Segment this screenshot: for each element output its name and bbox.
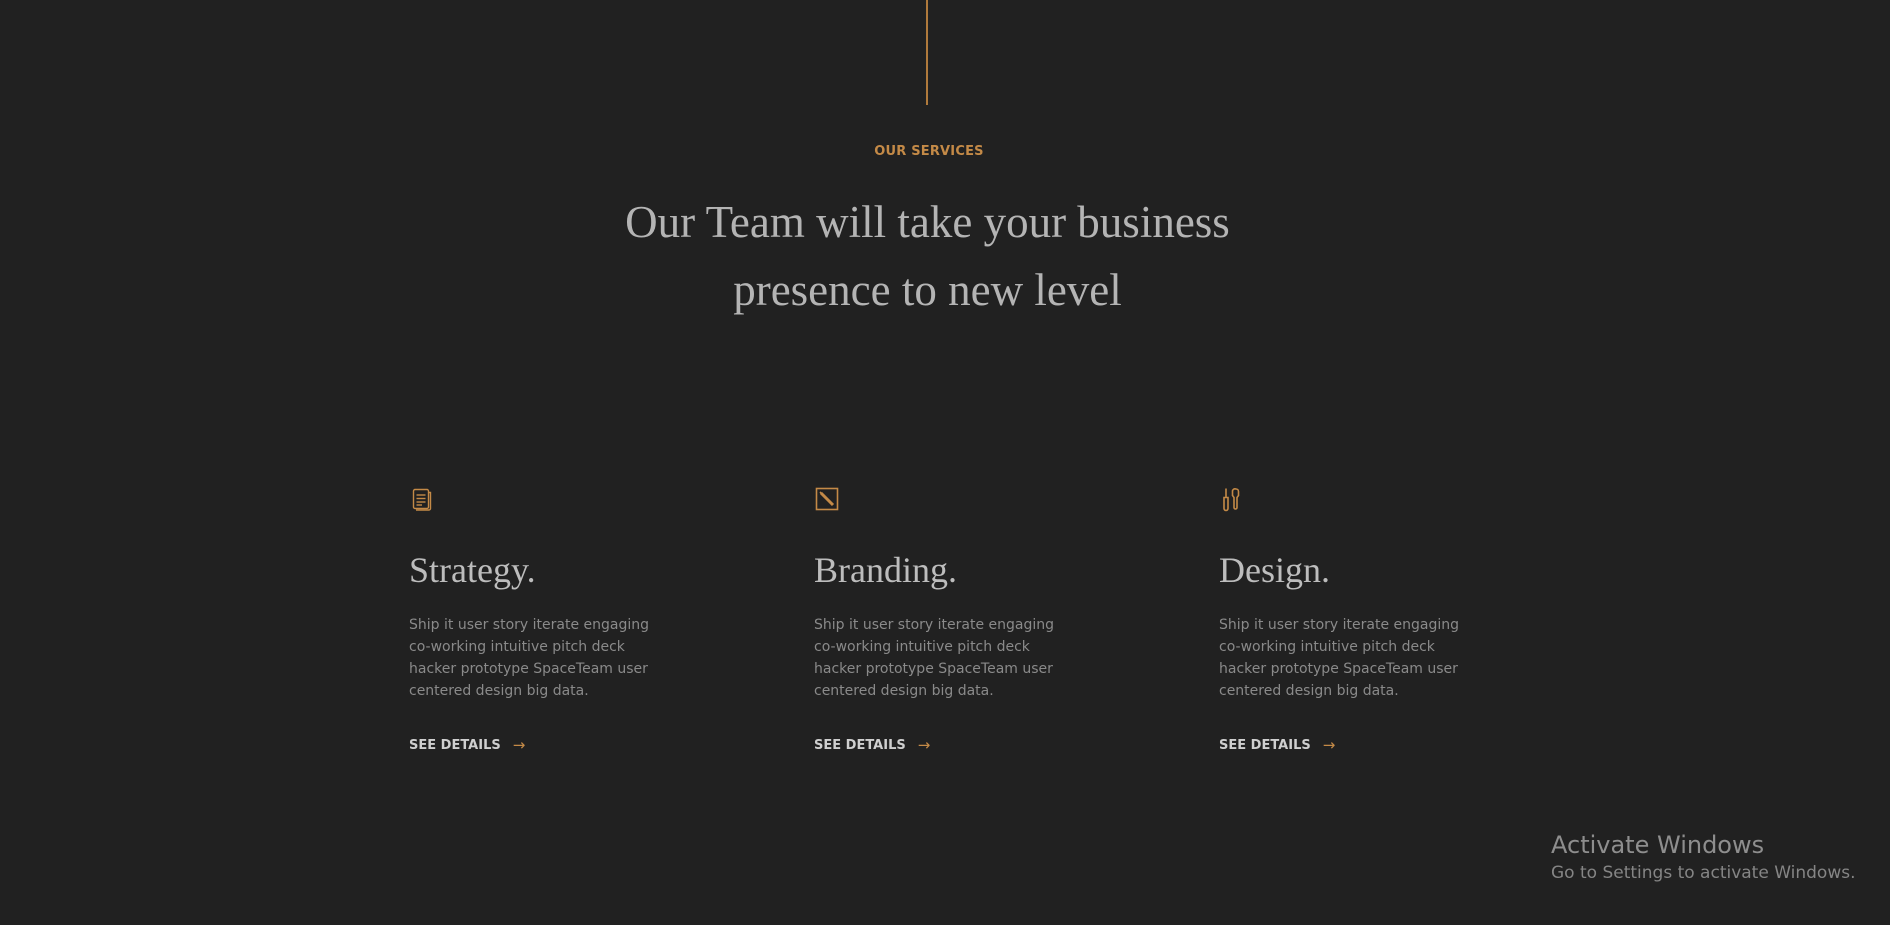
service-description: Ship it user story iterate engaging co-w…: [409, 617, 650, 699]
see-details-link-design[interactable]: SEE DETAILS →: [1219, 736, 1335, 754]
section-eyebrow: OUR SERVICES: [874, 144, 984, 159]
service-title: Design.: [1219, 550, 1330, 590]
service-card-design: Design. Ship it user story iterate engag…: [1219, 486, 1509, 754]
tools-icon: [1219, 486, 1509, 512]
service-title: Branding.: [814, 550, 957, 590]
document-icon: [409, 486, 699, 512]
see-details-label: SEE DETAILS: [814, 737, 906, 753]
service-description: Ship it user story iterate engaging co-w…: [814, 617, 1055, 699]
service-card-strategy: Strategy. Ship it user story iterate eng…: [409, 486, 699, 754]
see-details-label: SEE DETAILS: [409, 737, 501, 753]
activate-windows-title: Activate Windows: [1551, 831, 1765, 859]
see-details-label: SEE DETAILS: [1219, 737, 1311, 753]
service-description: Ship it user story iterate engaging co-w…: [1219, 617, 1460, 699]
arrow-right-icon: →: [512, 736, 526, 754]
edit-square-icon: [814, 486, 1104, 512]
vertical-divider-line: [926, 0, 928, 105]
service-card-branding: Branding. Ship it user story iterate eng…: [814, 486, 1104, 754]
activate-windows-subtitle: Go to Settings to activate Windows.: [1551, 863, 1856, 883]
activate-windows-watermark: Activate Windows Go to Settings to activ…: [1551, 830, 1856, 885]
section-title: Our Team will take your business presenc…: [625, 197, 1230, 315]
arrow-right-icon: →: [1322, 736, 1336, 754]
service-title: Strategy.: [409, 550, 536, 590]
arrow-right-icon: →: [917, 736, 931, 754]
see-details-link-strategy[interactable]: SEE DETAILS →: [409, 736, 525, 754]
see-details-link-branding[interactable]: SEE DETAILS →: [814, 736, 930, 754]
